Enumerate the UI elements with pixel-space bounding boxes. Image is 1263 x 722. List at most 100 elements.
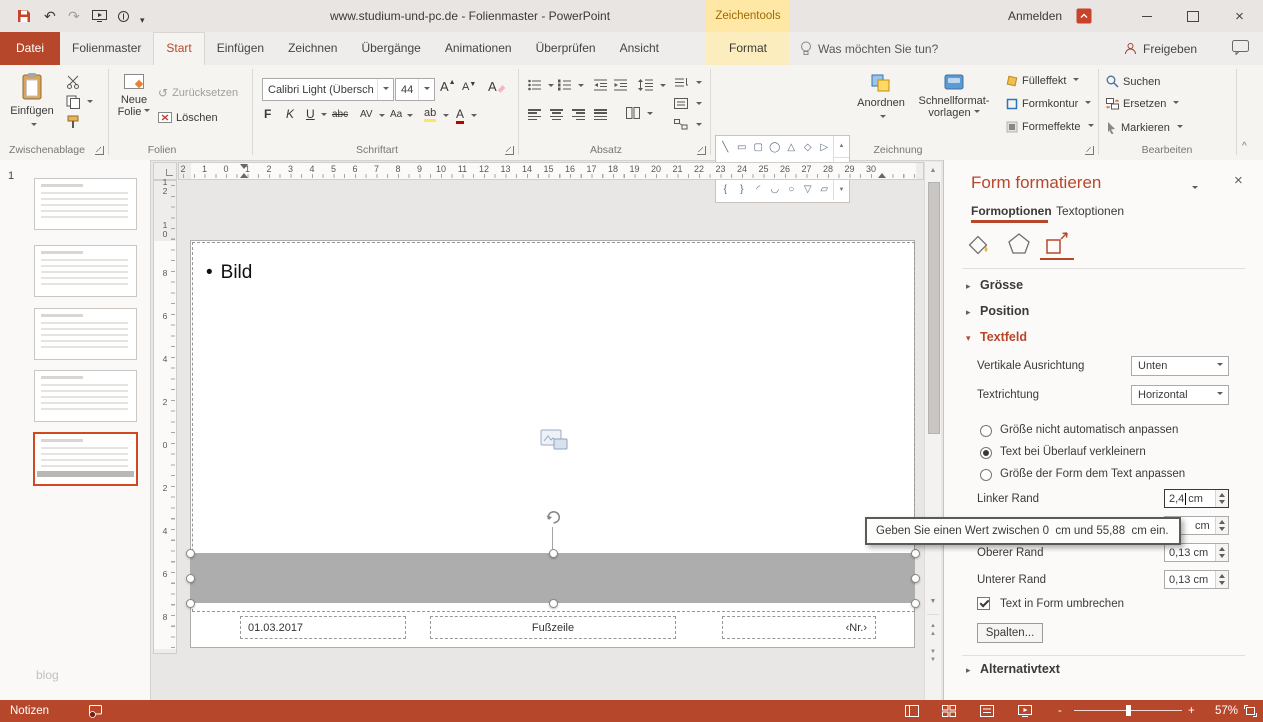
scroll-down-icon[interactable]: ▼ (925, 598, 941, 606)
customize-quick-access-icon[interactable]: ▾ (140, 12, 145, 28)
columns-icon[interactable] (626, 107, 640, 119)
right-indent-marker[interactable] (878, 169, 886, 178)
slide-thumbnail-5[interactable] (33, 432, 138, 486)
tab-formoptionen[interactable]: Formoptionen (971, 204, 1052, 218)
undo-icon[interactable]: ↶ (44, 8, 56, 24)
chevron-down-icon[interactable] (407, 114, 413, 120)
normal-view-icon[interactable] (905, 705, 919, 717)
resize-handle-top-center[interactable] (549, 549, 558, 558)
left-margin-field[interactable]: 2,4 cm (1164, 489, 1229, 508)
font-size-combo[interactable]: 44 (395, 78, 435, 101)
pane-options-icon[interactable] (1192, 180, 1198, 198)
tab-zeichnen[interactable]: Zeichnen (276, 32, 349, 65)
resize-handle-middle-right[interactable] (911, 574, 920, 583)
align-left-icon[interactable] (528, 109, 541, 122)
maximize-button[interactable] (1170, 0, 1216, 32)
shape-fill-button[interactable]: Fülleffekt (1006, 75, 1079, 87)
chevron-down-icon[interactable] (321, 113, 327, 119)
slideshow-view-icon[interactable] (1018, 705, 1032, 717)
tab-überprüfen[interactable]: Überprüfen (524, 32, 608, 65)
chevron-down-icon[interactable] (578, 84, 584, 90)
paste-button[interactable]: Einfügen (6, 70, 58, 140)
shrink-font-icon[interactable]: A▼ (462, 81, 476, 93)
clipboard-dialog-launcher[interactable] (95, 146, 104, 155)
save-icon[interactable] (16, 8, 32, 24)
collapse-ribbon-icon[interactable]: ^ (1242, 141, 1247, 152)
tab-datei[interactable]: Datei (0, 32, 60, 65)
shape-icon[interactable]: } (734, 179, 751, 200)
select-button[interactable]: Markieren (1106, 121, 1183, 134)
touch-mode-icon[interactable] (117, 10, 130, 23)
start-slideshow-icon[interactable] (92, 10, 107, 22)
zoom-in-button[interactable]: + (1188, 700, 1195, 722)
slide-thumbnail-2[interactable] (34, 245, 137, 297)
italic-button[interactable]: K (286, 107, 294, 121)
section-size[interactable]: ▸Grösse (966, 278, 1023, 292)
bottom-margin-spinner[interactable] (1215, 571, 1228, 588)
fill-line-icon[interactable] (966, 232, 992, 256)
wrap-text-checkbox[interactable] (977, 597, 990, 610)
convert-smartart-icon[interactable] (674, 119, 688, 130)
share-button[interactable]: Freigeben (1124, 32, 1197, 65)
underline-button[interactable]: U (306, 107, 315, 121)
comments-icon[interactable] (1232, 40, 1249, 55)
tab-übergänge[interactable]: Übergänge (349, 32, 432, 65)
ribbon-display-options-icon[interactable] (1076, 8, 1092, 24)
grow-font-icon[interactable]: A▲ (440, 79, 456, 94)
line-spacing-icon[interactable] (638, 79, 654, 91)
resize-handle-bottom-right[interactable] (911, 599, 920, 608)
sign-in-button[interactable]: Anmelden (1008, 9, 1062, 23)
left-margin-spinner[interactable] (1215, 490, 1228, 507)
chevron-down-icon[interactable] (647, 112, 653, 118)
bullets-icon[interactable] (528, 79, 542, 91)
align-right-icon[interactable] (572, 109, 585, 122)
tab-textoptionen[interactable]: Textoptionen (1056, 204, 1124, 218)
zoom-slider-thumb[interactable] (1126, 705, 1131, 716)
chevron-down-icon[interactable] (377, 79, 393, 100)
chevron-down-icon[interactable] (696, 81, 702, 87)
slide-thumbnail-4[interactable] (34, 370, 137, 422)
decrease-indent-icon[interactable] (594, 79, 608, 91)
character-spacing-button[interactable]: AV (360, 109, 373, 120)
shape-icon[interactable]: ▽ (800, 179, 817, 200)
valign-dropdown[interactable]: Unten (1131, 356, 1229, 376)
chevron-down-icon[interactable] (443, 114, 449, 120)
tab-folienmaster[interactable]: Folienmaster (60, 32, 153, 65)
scrollbar-thumb[interactable] (928, 182, 940, 434)
zoom-level[interactable]: 57% (1204, 700, 1238, 722)
footer-date-placeholder[interactable]: 01.03.2017 (240, 616, 406, 639)
next-slide-icon[interactable]: ▼▼ (925, 648, 941, 664)
section-textbox[interactable]: ▾Textfeld (966, 330, 1027, 344)
text-direction-icon[interactable] (674, 77, 688, 88)
bold-button[interactable]: F (264, 107, 271, 121)
shape-icon[interactable]: ◜ (750, 179, 767, 200)
find-button[interactable]: Suchen (1106, 75, 1160, 88)
bottom-margin-field[interactable]: 0,13 cm (1164, 570, 1229, 589)
effects-icon[interactable] (1006, 232, 1032, 256)
rotate-handle-icon[interactable] (544, 508, 562, 526)
chevron-down-icon[interactable] (548, 84, 554, 90)
resize-handle-bottom-center[interactable] (549, 599, 558, 608)
tab-format[interactable]: Format (706, 32, 790, 65)
highlight-color-button[interactable]: ab (424, 107, 436, 122)
paragraph-dialog-launcher[interactable] (697, 146, 706, 155)
scroll-up-icon[interactable]: ▲ (925, 167, 941, 175)
notes-toggle[interactable]: Notizen (10, 700, 49, 722)
tab-start[interactable]: Start (153, 32, 204, 66)
close-button[interactable]: × (1216, 0, 1263, 32)
gallery-more-icon[interactable]: ▼ (834, 179, 849, 200)
resize-handle-bottom-left[interactable] (186, 599, 195, 608)
editor-scrollbar[interactable]: ▲ ▼ ▲▲ ▼▼ (924, 162, 941, 700)
size-properties-icon[interactable] (1044, 232, 1070, 256)
strikethrough-button[interactable]: abc (332, 109, 348, 120)
shape-icon[interactable]: ◡ (767, 179, 784, 200)
clear-formatting-icon[interactable]: A (488, 79, 505, 94)
chevron-down-icon[interactable] (696, 123, 702, 129)
shape-effects-button[interactable]: Formeffekte (1006, 121, 1094, 133)
shape-icon[interactable]: ▱ (816, 179, 833, 200)
quick-styles-button[interactable]: Schnellformat- vorlagen (912, 70, 996, 140)
justify-icon[interactable] (594, 109, 607, 122)
top-margin-field[interactable]: 0,13 cm (1164, 543, 1229, 562)
selected-bar-shape[interactable] (190, 553, 915, 603)
copy-icon[interactable] (66, 95, 81, 109)
